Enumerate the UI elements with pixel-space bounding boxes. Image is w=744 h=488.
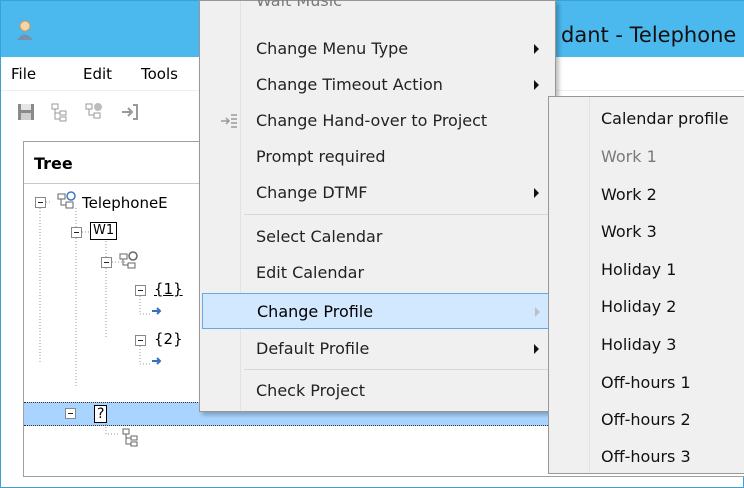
menu-item-label: Change Timeout Action <box>256 75 443 94</box>
menu-item-select-calendar[interactable]: Select Calendar <box>202 219 553 255</box>
menu-item-label: Change Hand-over to Project <box>256 111 488 130</box>
menu-item-check-project[interactable]: Check Project <box>202 373 553 409</box>
menu-item-change-timeout-action[interactable]: Change Timeout Action <box>202 67 553 103</box>
menu-tools[interactable]: Tools <box>141 65 178 83</box>
arrow-icon <box>152 357 162 365</box>
menu-separator <box>244 369 552 370</box>
submenu-arrow-icon <box>534 344 539 354</box>
tree-node-w1[interactable]: W1 <box>90 222 118 240</box>
tree-expander-unknown[interactable] <box>65 408 76 419</box>
tree-node-1[interactable]: {1} <box>154 280 183 298</box>
tree-node-unknown[interactable]: ? <box>94 405 108 423</box>
submenu-item-work-3[interactable]: Work 3 <box>601 222 657 241</box>
tree-structure-icon <box>122 428 138 447</box>
submenu-item-calendar-profile[interactable]: Calendar profile <box>601 109 729 128</box>
submenu-arrow-icon <box>534 188 539 198</box>
submenu-arrow-icon <box>535 307 540 317</box>
menu-item-label: Prompt required <box>256 147 386 166</box>
menu-item-label: Default Profile <box>256 339 370 358</box>
menu-item-change-hand-over[interactable]: Change Hand-over to Project <box>202 103 553 139</box>
save-icon[interactable] <box>15 101 37 123</box>
submenu-arrow-icon <box>534 80 539 90</box>
menu-item-label: Change DTMF <box>256 183 368 202</box>
tree-root-label[interactable]: TelephoneE <box>82 194 168 212</box>
handover-icon <box>221 114 237 128</box>
submenu-item-work-1[interactable]: Work 1 <box>601 147 657 166</box>
menu-node-icon <box>119 251 138 269</box>
tree-expander-w1[interactable] <box>71 227 82 238</box>
menu-item-prompt-required[interactable]: Prompt required <box>202 139 553 175</box>
menu-file[interactable]: File <box>11 65 36 83</box>
user-app-icon <box>17 20 33 40</box>
tree-expander-menu[interactable] <box>101 257 112 268</box>
submenu-item-work-2[interactable]: Work 2 <box>601 185 657 204</box>
menu-item-edit-calendar[interactable]: Edit Calendar <box>202 255 553 291</box>
tree-expander-root[interactable] <box>35 197 46 208</box>
menu-edit[interactable]: Edit <box>83 65 112 83</box>
submenu-item-off-hours-1[interactable]: Off-hours 1 <box>601 373 691 392</box>
tree-expander-1[interactable] <box>135 285 146 296</box>
menu-item-label: Change Menu Type <box>256 39 409 58</box>
screen: dant - Telephone File Edit Tools Tree Te… <box>0 0 744 488</box>
submenu-item-holiday-3[interactable]: Holiday 3 <box>601 335 676 354</box>
menu-item-change-dtmf[interactable]: Change DTMF <box>202 175 553 211</box>
menu-item-wait-music[interactable]: Wait Music <box>256 0 342 10</box>
menu-separator <box>244 214 552 215</box>
submenu-item-off-hours-2[interactable]: Off-hours 2 <box>601 410 691 429</box>
submenu-item-off-hours-3[interactable]: Off-hours 3 <box>601 447 691 466</box>
tree-icon[interactable] <box>49 101 71 123</box>
tree-expander-2[interactable] <box>135 335 146 346</box>
menu-item-label: Select Calendar <box>256 227 383 246</box>
menu-item-label: Edit Calendar <box>256 263 365 282</box>
submenu-icon-column <box>589 97 590 473</box>
submenu-arrow-icon <box>534 44 539 54</box>
submenu-item-holiday-1[interactable]: Holiday 1 <box>601 260 676 279</box>
tree-add-icon[interactable] <box>83 101 105 123</box>
context-menu: Wait Music Change Menu Type Change Timeo… <box>199 0 556 412</box>
menu-item-change-menu-type[interactable]: Change Menu Type <box>202 31 553 67</box>
menu-item-label: Check Project <box>256 381 366 400</box>
menu-item-label: Change Profile <box>257 302 374 321</box>
arrow-icon <box>152 307 162 315</box>
login-icon[interactable] <box>119 101 141 123</box>
profile-submenu: Calendar profile Work 1 Work 2 Work 3 Ho… <box>548 96 744 474</box>
menu-item-change-profile[interactable]: Change Profile <box>202 293 553 329</box>
tree-node-2[interactable]: {2} <box>154 330 183 348</box>
submenu-item-holiday-2[interactable]: Holiday 2 <box>601 297 676 316</box>
window-title: dant - Telephone <box>561 23 737 47</box>
menu-item-default-profile[interactable]: Default Profile <box>202 331 553 367</box>
project-icon <box>57 191 76 209</box>
